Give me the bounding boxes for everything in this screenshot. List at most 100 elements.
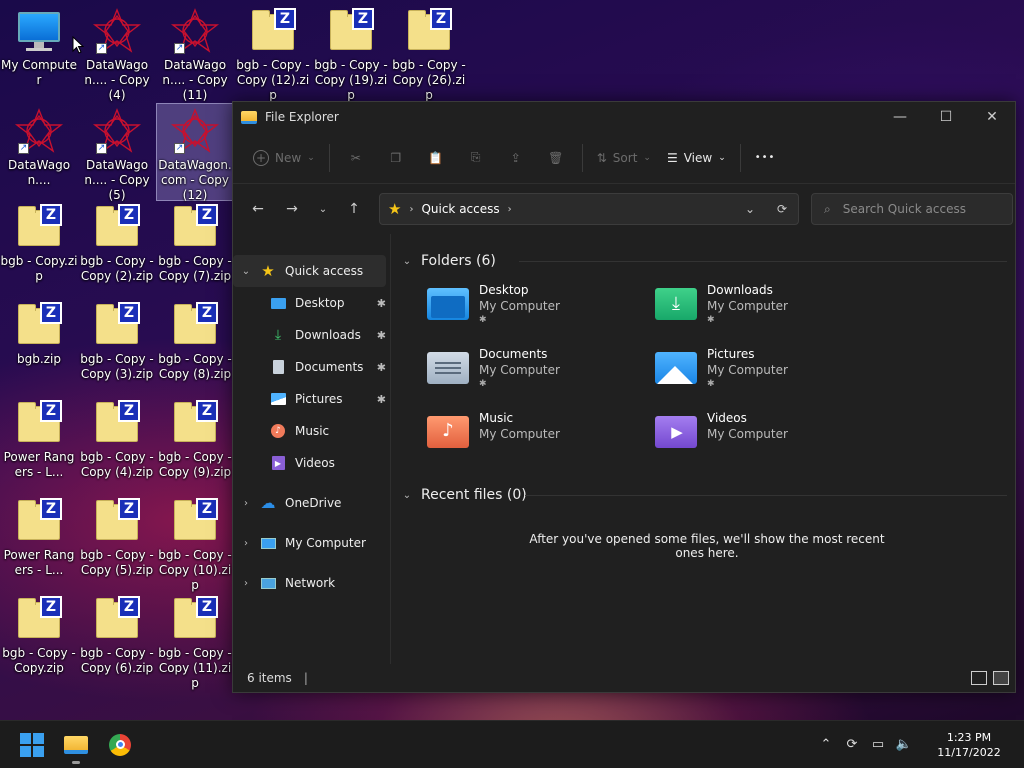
rename-button[interactable]: ⎘: [456, 142, 496, 174]
desktop-icon-datawagon[interactable]: ↗ DataWagon.... - Copy (5): [78, 104, 156, 203]
status-divider: |: [303, 671, 308, 685]
desktop-icon-zip[interactable]: Z bgb - Copy - Copy (7).zip: [156, 200, 234, 284]
maximize-button[interactable]: ☐: [923, 102, 969, 132]
chevron-right-icon[interactable]: ›: [233, 498, 259, 509]
sort-button[interactable]: ⇅ Sort ⌄: [589, 142, 659, 174]
recent-locations-button[interactable]: ⌄: [309, 193, 337, 225]
command-bar: + New ⌄ ✂ ❐ 📋 ⎘ ⇪ 🗑 ⇅ Sort ⌄ ☰ View ⌄ ••…: [233, 132, 1015, 184]
nav-item-videos[interactable]: ▶ Videos: [233, 447, 390, 479]
nav-item-downloads[interactable]: ⤓ Downloads ✱: [233, 319, 390, 351]
desktop-icon-label: bgb - Copy - Copy (6).zip: [80, 646, 154, 675]
nav-item-label: Documents: [295, 360, 364, 374]
nav-item-network[interactable]: › Network: [233, 567, 390, 599]
search-input[interactable]: [842, 202, 993, 216]
clock[interactable]: 1:23 PM 11/17/2022: [926, 730, 1012, 760]
nav-item-desktop[interactable]: Desktop ✱: [233, 287, 390, 319]
desktop-icon-zip[interactable]: Z bgb - Copy - Copy (12).zip: [234, 4, 312, 103]
folders-section-header[interactable]: ⌄ Folders (6): [399, 250, 1015, 272]
minimize-button[interactable]: —: [877, 102, 923, 132]
desktop-icon-label: DataWagon.... - Copy (4): [84, 58, 150, 102]
share-button[interactable]: ⇪: [496, 142, 536, 174]
desktop-icon-label: bgb - Copy - Copy (12).zip: [236, 58, 310, 102]
nav-item-label: Pictures: [295, 392, 343, 406]
address-history-button[interactable]: ⌄: [734, 202, 766, 216]
section-title: Folders (6): [421, 253, 496, 269]
up-button[interactable]: ↑: [337, 193, 371, 225]
clock-time: 1:23 PM: [946, 730, 992, 744]
folder-tile-documents[interactable]: Documents My Computer ✱: [427, 346, 655, 394]
nav-item-quick-access[interactable]: ⌄ ★ Quick access: [233, 255, 386, 287]
show-hidden-icons-button[interactable]: ⌃: [814, 737, 838, 752]
paste-button[interactable]: 📋: [416, 142, 456, 174]
title-bar[interactable]: File Explorer — ☐ ✕: [233, 102, 1015, 132]
nav-item-documents[interactable]: Documents ✱: [233, 351, 390, 383]
taskbar-file-explorer[interactable]: [54, 725, 98, 765]
refresh-button[interactable]: ⟳: [766, 202, 798, 216]
desktop-icon-zip[interactable]: Z bgb - Copy.zip: [0, 200, 78, 284]
star-icon: ★: [388, 200, 402, 218]
desktop-icon-zip[interactable]: Z bgb - Copy - Copy (6).zip: [78, 592, 156, 676]
chevron-down-icon[interactable]: ⌄: [233, 266, 259, 277]
nav-item-music[interactable]: ♪ Music: [233, 415, 390, 447]
start-button[interactable]: [10, 725, 54, 765]
desktop-icon-zip[interactable]: Z bgb - Copy - Copy (4).zip: [78, 396, 156, 480]
volume-icon[interactable]: 🔈: [892, 737, 916, 752]
desktop-icon-zip[interactable]: Z bgb - Copy - Copy (11).zip: [156, 592, 234, 691]
desktop-icon-datawagon[interactable]: ↗ DataWagon.... - Copy (11): [156, 4, 234, 103]
view-button[interactable]: ☰ View ⌄: [659, 142, 734, 174]
desktop-icon-zip[interactable]: Z Power Rangers - L...: [0, 396, 78, 480]
forward-button[interactable]: →: [275, 193, 309, 225]
desktop-icon-datawagon-selected[interactable]: ↗ DataWagon.com - Copy (12): [156, 103, 234, 202]
nav-item-onedrive[interactable]: › ☁ OneDrive: [233, 487, 390, 519]
documents-folder-icon: [427, 350, 471, 388]
desktop-icon-datawagon[interactable]: ↗ DataWagon.... - Copy (4): [78, 4, 156, 103]
new-button[interactable]: + New ⌄: [245, 142, 323, 174]
desktop-icon-zip[interactable]: Z bgb - Copy - Copy (10).zip: [156, 494, 234, 593]
chevron-right-icon[interactable]: ›: [233, 538, 259, 549]
delete-button[interactable]: 🗑: [536, 142, 576, 174]
desktop-icon-zip[interactable]: Z bgb - Copy - Copy (3).zip: [78, 298, 156, 382]
desktop-icon-zip[interactable]: Z bgb - Copy - Copy (9).zip: [156, 396, 234, 480]
cut-button[interactable]: ✂: [336, 142, 376, 174]
more-options-button[interactable]: •••: [747, 142, 784, 174]
tiles-view-icon[interactable]: [993, 671, 1009, 685]
folder-tile-pictures[interactable]: Pictures My Computer ✱: [655, 346, 883, 394]
desktop-icon-zip[interactable]: Z bgb - Copy - Copy.zip: [0, 592, 78, 676]
folder-tile-downloads[interactable]: ⤓ Downloads My Computer ✱: [655, 282, 883, 330]
chevron-right-icon[interactable]: ›: [508, 204, 512, 215]
desktop-icon-my-computer[interactable]: My Computer: [0, 4, 78, 88]
network-icon[interactable]: ▭: [866, 737, 890, 752]
address-bar[interactable]: ★ › Quick access › ⌄ ⟳: [379, 193, 799, 225]
desktop-icon-zip[interactable]: Z bgb - Copy - Copy (26).zip: [390, 4, 468, 103]
details-view-icon[interactable]: [971, 671, 987, 685]
back-button[interactable]: ←: [241, 193, 275, 225]
desktop-icon-zip[interactable]: Z bgb - Copy - Copy (8).zip: [156, 298, 234, 382]
sync-status-icon[interactable]: ⟳: [840, 737, 864, 752]
close-button[interactable]: ✕: [969, 102, 1015, 132]
breadcrumb-quick-access[interactable]: Quick access: [421, 202, 499, 216]
desktop-icon-zip[interactable]: Z bgb - Copy - Copy (2).zip: [78, 200, 156, 284]
nav-item-pictures[interactable]: Pictures ✱: [233, 383, 390, 415]
scissors-icon: ✂: [350, 150, 361, 165]
recent-files-section-header[interactable]: ⌄ Recent files (0): [399, 484, 1015, 506]
search-box[interactable]: ⌕: [811, 193, 1013, 225]
folder-tile-desktop[interactable]: Desktop My Computer ✱: [427, 282, 655, 330]
folder-tile-music[interactable]: ♪ Music My Computer: [427, 410, 655, 458]
desktop-folder-icon: [269, 295, 287, 311]
navigation-pane: ⌄ ★ Quick access Desktop ✱ ⤓ Downloads ✱…: [233, 234, 391, 664]
taskbar-chrome[interactable]: [98, 725, 142, 765]
desktop-icon-datawagon[interactable]: ↗ DataWagon....: [0, 104, 78, 188]
desktop-icon-zip[interactable]: Z bgb - Copy - Copy (19).zip: [312, 4, 390, 103]
picture-icon: [269, 391, 287, 407]
desktop-icon-zip[interactable]: Z bgb.zip: [0, 298, 78, 367]
zip-folder-icon: Z: [92, 204, 142, 250]
nav-item-my-computer[interactable]: › My Computer: [233, 527, 390, 559]
pin-icon: ✱: [479, 379, 487, 389]
folder-tile-videos[interactable]: ▶ Videos My Computer: [655, 410, 883, 458]
desktop-icon-zip[interactable]: Z bgb - Copy - Copy (5).zip: [78, 494, 156, 578]
star-icon: ★: [261, 262, 275, 280]
desktop-icon-zip[interactable]: Z Power Rangers - L...: [0, 494, 78, 578]
folder-location: My Computer: [707, 299, 788, 313]
chevron-right-icon[interactable]: ›: [233, 578, 259, 589]
copy-button[interactable]: ❐: [376, 142, 416, 174]
